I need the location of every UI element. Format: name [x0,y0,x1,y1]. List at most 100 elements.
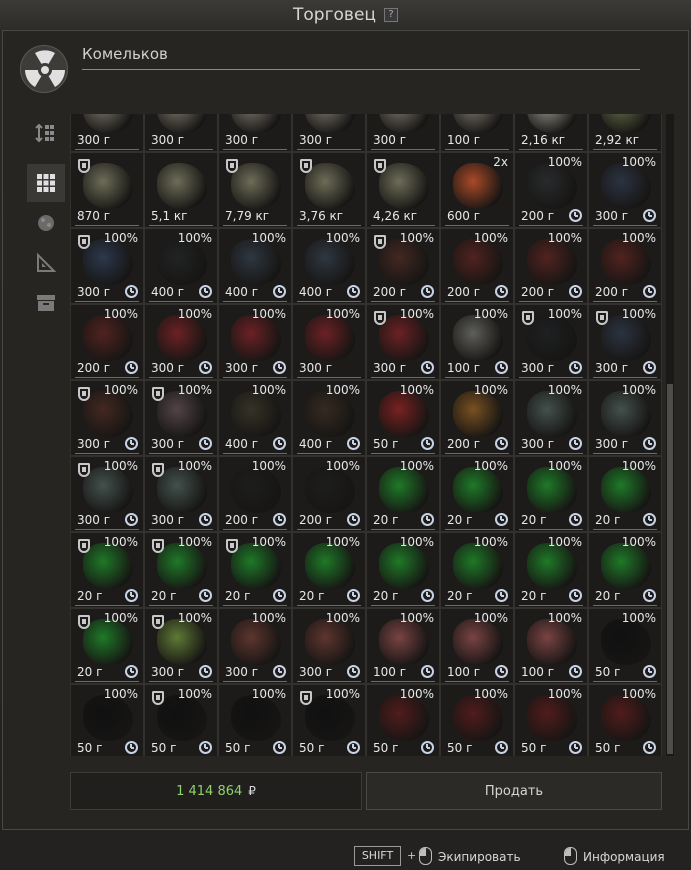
item-grid-viewport[interactable]: 300 г 300 г 300 г 300 г 300 г 100 г 2,16 кг 2,9… [70,114,662,756]
item-cell[interactable]: 100% 300 г [218,608,292,684]
item-cell[interactable]: 100% 300 г [144,608,218,684]
item-cell[interactable]: 100% 20 г [366,456,440,532]
artifact-icon[interactable] [27,204,65,242]
item-cell[interactable]: 100% 300 г [70,380,144,456]
item-cell[interactable]: 100% 20 г [440,532,514,608]
item-cell[interactable]: 100% 200 г [514,228,588,304]
grid-icon[interactable] [27,164,65,202]
item-cell[interactable]: 100% 300 г [292,304,366,380]
item-cell[interactable]: 100% 200 г [70,304,144,380]
item-cell[interactable]: 100% 100 г [514,608,588,684]
item-cell[interactable]: 100% 20 г [218,532,292,608]
item-cell[interactable]: 100% 20 г [70,608,144,684]
item-weight: 300 г [151,665,185,679]
item-cell[interactable]: 100% 300 г [366,304,440,380]
item-cell[interactable]: 300 г [218,114,292,152]
item-condition: 100% [473,231,508,245]
clock-icon [125,285,138,298]
item-cell[interactable]: 2,92 кг [588,114,662,152]
item-image [231,695,281,741]
item-cell[interactable]: 100% 100 г [366,608,440,684]
item-cell[interactable]: 100% 300 г [588,152,662,228]
item-cell[interactable]: 100% 200 г [514,152,588,228]
item-image [601,391,651,437]
scrollbar[interactable] [666,114,674,756]
item-image [305,391,355,437]
item-image [601,543,651,589]
item-cell[interactable]: 100% 50 г [144,684,218,756]
item-cell[interactable]: 100% 200 г [292,456,366,532]
item-cell[interactable]: 100% 300 г [70,456,144,532]
item-cell[interactable]: 100 г [440,114,514,152]
item-cell[interactable]: 100% 200 г [440,380,514,456]
item-cell[interactable]: 100% 20 г [292,532,366,608]
item-cell[interactable]: 100% 50 г [588,684,662,756]
item-cell[interactable]: 3,76 кг [292,152,366,228]
item-cell[interactable]: 100% 20 г [70,532,144,608]
item-cell[interactable]: 100% 400 г [218,380,292,456]
item-cell[interactable]: 100% 300 г [588,380,662,456]
item-cell[interactable]: 100% 50 г [514,684,588,756]
item-cell[interactable]: 100% 300 г [218,304,292,380]
item-cell[interactable]: 100% 50 г [588,608,662,684]
item-image [305,467,355,513]
scroll-thumb[interactable] [667,384,673,754]
item-cell[interactable]: 100% 400 г [292,380,366,456]
item-cell[interactable]: 100% 300 г [144,304,218,380]
item-cell[interactable]: 100% 20 г [144,532,218,608]
item-weight: 300 г [151,513,185,527]
item-cell[interactable]: 100% 300 г [588,304,662,380]
item-cell[interactable]: 100% 400 г [218,228,292,304]
item-cell[interactable]: 100% 20 г [366,532,440,608]
drawing-icon[interactable] [27,244,65,282]
item-cell[interactable]: 100% 200 г [440,228,514,304]
item-weight: 300 г [299,361,333,375]
item-cell[interactable]: 100% 20 г [514,456,588,532]
sort-icon[interactable] [27,114,65,152]
help-button[interactable]: ? [383,8,398,22]
item-cell[interactable]: 300 г [144,114,218,152]
item-cell[interactable]: 300 г [70,114,144,152]
item-cell[interactable]: 100% 200 г [218,456,292,532]
clock-icon [643,741,656,754]
item-cell[interactable]: 100% 20 г [440,456,514,532]
item-cell[interactable]: 100% 50 г [440,684,514,756]
item-cell[interactable]: 100% 400 г [144,228,218,304]
item-cell[interactable]: 100% 50 г [218,684,292,756]
item-cell[interactable]: 100% 300 г [144,456,218,532]
item-cell[interactable]: 100% 400 г [292,228,366,304]
item-image [83,315,133,361]
item-cell[interactable]: 100% 50 г [292,684,366,756]
item-cell[interactable]: 100% 50 г [366,380,440,456]
sell-button[interactable]: Продать [366,772,662,810]
container-icon[interactable] [27,284,65,322]
item-cell[interactable]: 2x 600 г [440,152,514,228]
item-cell[interactable]: 100% 300 г [144,380,218,456]
item-cell[interactable]: 100% 100 г [440,608,514,684]
item-image [231,543,281,589]
item-cell[interactable]: 100% 20 г [588,532,662,608]
item-cell[interactable]: 100% 300 г [514,380,588,456]
item-weight: 600 г [447,209,481,223]
item-cell[interactable]: 4,26 кг [366,152,440,228]
item-cell[interactable]: 100% 20 г [514,532,588,608]
item-cell[interactable]: 100% 300 г [514,304,588,380]
clock-icon [495,361,508,374]
item-cell[interactable]: 100% 300 г [292,608,366,684]
item-cell[interactable]: 100% 300 г [70,228,144,304]
item-cell[interactable]: 7,79 кг [218,152,292,228]
item-cell[interactable]: 100% 50 г [366,684,440,756]
item-cell[interactable]: 2,16 кг [514,114,588,152]
item-image [157,315,207,361]
item-cell[interactable]: 100% 20 г [588,456,662,532]
item-cell[interactable]: 100% 200 г [366,228,440,304]
item-cell[interactable]: 870 г [70,152,144,228]
item-weight: 20 г [595,513,621,527]
item-weight: 300 г [373,361,407,375]
item-cell[interactable]: 300 г [292,114,366,152]
item-cell[interactable]: 100% 50 г [70,684,144,756]
item-cell[interactable]: 100% 100 г [440,304,514,380]
item-cell[interactable]: 5,1 кг [144,152,218,228]
item-cell[interactable]: 100% 200 г [588,228,662,304]
item-cell[interactable]: 300 г [366,114,440,152]
